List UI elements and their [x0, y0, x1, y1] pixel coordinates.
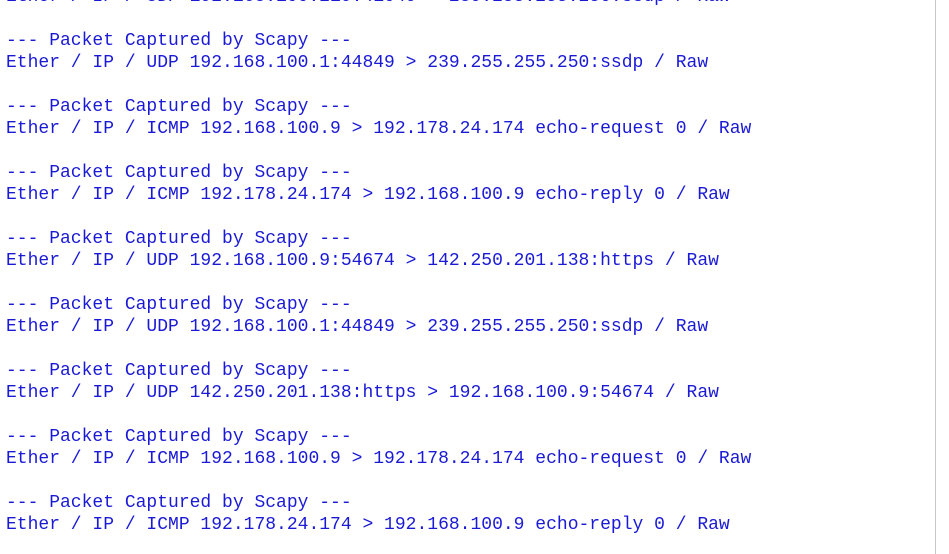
console-line: --- Packet Captured by Scapy --- [6, 295, 352, 315]
console-line: Ether / IP / ICMP 192.178.24.174 > 192.1… [6, 515, 730, 535]
console-line: --- Packet Captured by Scapy --- [6, 31, 352, 51]
console-line: Ether / IP / ICMP 192.178.24.174 > 192.1… [6, 185, 730, 205]
console-line: Ether / IP / ICMP 192.168.100.9 > 192.17… [6, 449, 752, 469]
console-line: --- Packet Captured by Scapy --- [6, 361, 352, 381]
vertical-scrollbar[interactable] [935, 0, 949, 554]
console-line: --- Packet Captured by Scapy --- [6, 427, 352, 447]
console-line: Ether / IP / UDP 192.168.100.1:44849 > 2… [6, 53, 709, 73]
console-output[interactable]: Ether / IP / UDP 192.168.100.219:41049 >… [0, 0, 935, 554]
console-line: Ether / IP / UDP 192.168.100.1:44849 > 2… [6, 317, 709, 337]
console-line: Ether / IP / UDP 142.250.201.138:https >… [6, 383, 719, 403]
console-line: --- Packet Captured by Scapy --- [6, 97, 352, 117]
console-line: Ether / IP / UDP 192.168.100.9:54674 > 1… [6, 251, 719, 271]
console-line: --- Packet Captured by Scapy --- [6, 229, 352, 249]
console-line: --- Packet Captured by Scapy --- [6, 163, 352, 183]
console-text: Ether / IP / UDP 192.168.100.219:41049 >… [6, 0, 751, 536]
console-line: Ether / IP / UDP 192.168.100.219:41049 >… [6, 0, 751, 8]
console-line: Ether / IP / ICMP 192.168.100.9 > 192.17… [6, 119, 752, 139]
console-line: --- Packet Captured by Scapy --- [6, 493, 352, 513]
